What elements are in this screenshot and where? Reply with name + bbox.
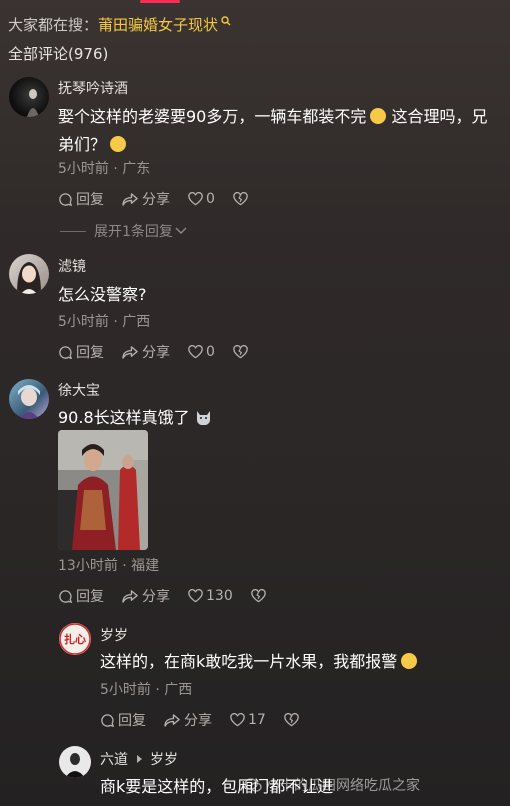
username[interactable]: 岁岁 <box>100 625 128 645</box>
share-label: 分享 <box>142 589 170 605</box>
dislike-button[interactable] <box>284 713 302 727</box>
share-label: 分享 <box>184 713 212 729</box>
comment-actions: 回复 分享 0 <box>58 342 269 362</box>
like-button[interactable]: 130 <box>188 588 233 604</box>
reply-label: 回复 <box>76 192 104 208</box>
username[interactable]: 抚琴吟诗酒 <box>58 78 128 98</box>
comment-text-part: 弟们？ <box>58 135 107 154</box>
broken-heart-icon <box>251 589 266 603</box>
comment-text: 娶个这样的老婆要90多万，一辆车都装不完 这合理吗，兄 弟们？ <box>58 103 487 159</box>
like-count: 17 <box>248 712 266 728</box>
reply-text-part: 这样的，在商k敢吃我一片水果，我都报警 <box>100 652 398 671</box>
expand-replies-label: 展开1条回复 <box>94 224 173 240</box>
reply-text: 这样的，在商k敢吃我一片水果，我都报警 <box>100 648 418 676</box>
reply-button[interactable]: 回复 <box>100 710 146 730</box>
crying-emoji-icon <box>110 136 127 152</box>
share-button[interactable]: 分享 <box>122 189 170 209</box>
like-count: 130 <box>206 588 233 604</box>
comment-text: 90.8长这样真饿了 <box>58 404 212 432</box>
username[interactable]: 徐大宝 <box>58 380 100 400</box>
share-button[interactable]: 分享 <box>122 586 170 606</box>
reply-icon <box>59 192 73 206</box>
reply-icon <box>101 713 115 727</box>
broken-heart-icon <box>284 713 299 727</box>
smile-emoji-icon <box>370 108 387 124</box>
heart-icon <box>188 589 203 603</box>
avatar[interactable] <box>9 77 49 117</box>
comment-meta: 5小时前 · 广东 <box>58 161 151 177</box>
comment-image[interactable] <box>58 430 148 550</box>
like-count: 0 <box>206 344 215 360</box>
reply-icon <box>59 589 73 603</box>
heart-icon <box>188 192 203 206</box>
like-button[interactable]: 0 <box>188 191 215 207</box>
avatar-image <box>18 385 40 419</box>
comments-count: 全部评论(976) <box>8 45 109 63</box>
like-button[interactable]: 17 <box>230 712 266 728</box>
username[interactable]: 六道 <box>100 749 128 769</box>
watermark-text: 小卡的瓜田网络吃瓜之家 <box>266 778 420 794</box>
reply-label: 回复 <box>76 589 104 605</box>
cat-emoji-icon <box>196 411 210 426</box>
avatar[interactable] <box>9 254 49 294</box>
share-icon <box>122 345 138 359</box>
reply-icon <box>59 345 73 359</box>
broken-heart-icon <box>233 345 248 359</box>
dislike-button[interactable] <box>233 345 251 359</box>
comment-actions: 回复 分享 130 <box>58 586 287 606</box>
wechat-icon <box>244 778 262 792</box>
search-prefix: 大家都在搜： <box>8 16 99 34</box>
divider <box>60 230 86 232</box>
search-suggestion[interactable]: 大家都在搜： 莆田骗婚女子现状 <box>8 14 231 35</box>
comment-text-part: 娶个这样的老婆要90多万，一辆车都装不完 <box>58 107 367 126</box>
expand-replies-button[interactable]: 展开1条回复 <box>60 221 187 241</box>
reply-actions: 回复 分享 17 <box>100 710 320 730</box>
watermark: 小卡的瓜田网络吃瓜之家 <box>244 775 420 795</box>
reply-header: 六道 岁岁 <box>100 749 178 769</box>
share-icon <box>122 192 138 206</box>
caret-right-icon <box>137 755 142 763</box>
heart-icon <box>188 345 203 359</box>
reply-label: 回复 <box>118 713 146 729</box>
smile-emoji-icon <box>401 653 418 669</box>
heart-icon <box>230 713 245 727</box>
comment-text-part: 这合理吗，兄 <box>386 107 488 126</box>
reply-to-username[interactable]: 岁岁 <box>150 749 178 769</box>
avatar[interactable] <box>9 379 49 419</box>
avatar-badge-text: 扎心 <box>64 633 86 646</box>
comment-meta: 5小时前 · 广西 <box>58 314 151 330</box>
share-icon <box>164 713 180 727</box>
chevron-down-icon <box>175 227 187 234</box>
reply-button[interactable]: 回复 <box>58 586 104 606</box>
share-label: 分享 <box>142 345 170 361</box>
share-button[interactable]: 分享 <box>164 710 212 730</box>
comment-actions: 回复 分享 0 <box>58 189 269 209</box>
comment-text-part: 90.8长这样真饿了 <box>58 408 190 427</box>
avatar[interactable]: 扎心 <box>59 623 91 655</box>
comment-text: 怎么没警察? <box>58 285 147 304</box>
username[interactable]: 滤镜 <box>58 256 86 276</box>
share-button[interactable]: 分享 <box>122 342 170 362</box>
share-icon <box>122 589 138 603</box>
reply-button[interactable]: 回复 <box>58 189 104 209</box>
reply-meta: 5小时前 · 广西 <box>100 682 193 698</box>
avatar-image <box>17 262 41 294</box>
reply-button[interactable]: 回复 <box>58 342 104 362</box>
comment-meta: 13小时前 · 福建 <box>58 558 160 574</box>
avatar-image <box>27 89 39 117</box>
tab-indicator <box>140 0 180 3</box>
like-count: 0 <box>206 191 215 207</box>
avatar[interactable] <box>59 746 91 778</box>
like-button[interactable]: 0 <box>188 344 215 360</box>
avatar-image <box>59 746 91 778</box>
search-keyword[interactable]: 莆田骗婚女子现状 <box>98 14 218 35</box>
share-label: 分享 <box>142 192 170 208</box>
wedding-photo <box>58 430 148 550</box>
dislike-button[interactable] <box>251 589 269 603</box>
dislike-button[interactable] <box>233 192 251 206</box>
broken-heart-icon <box>233 192 248 206</box>
reply-label: 回复 <box>76 345 104 361</box>
search-icon <box>221 15 231 25</box>
